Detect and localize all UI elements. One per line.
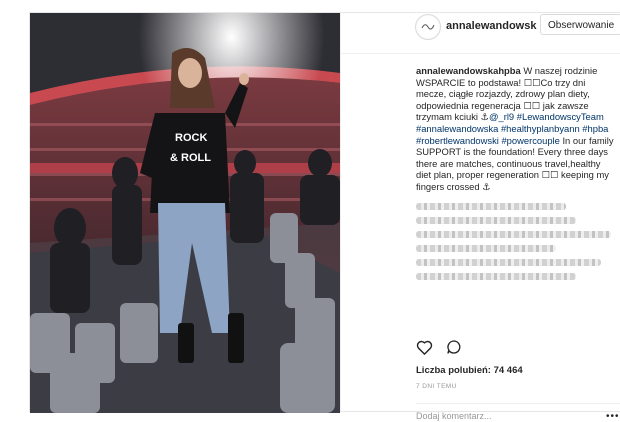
post-side-panel: annalewandowsk Obserwowanie annalewandow… xyxy=(340,13,620,422)
blurred-comment-line xyxy=(416,202,566,210)
hashtag-link[interactable]: #powercouple xyxy=(501,135,559,146)
stadium-photo: ROCK & ROLL xyxy=(30,13,340,413)
post-username[interactable]: annalewandowsk xyxy=(446,20,536,32)
instagram-post: ROCK & ROLL annalewandowsk Obserwowanie … xyxy=(29,12,620,422)
post-caption: annalewandowskahpba W naszej rodzinie WS… xyxy=(416,65,616,287)
hashtag-link[interactable]: #LewandowscyTeam xyxy=(517,111,604,122)
shirt-text-roll: & ROLL xyxy=(170,152,211,164)
blurred-comment-line xyxy=(416,230,611,238)
shirt-text-rock: ROCK xyxy=(175,132,207,144)
post-header: annalewandowsk Obserwowanie xyxy=(341,13,620,54)
post-timestamp: 7 DNI TEMU xyxy=(416,383,457,390)
likes-count[interactable]: Liczba polubień: 74 464 xyxy=(416,365,523,376)
blurred-comment-line xyxy=(416,244,556,252)
emoji-placeholder: ☐☐ xyxy=(523,99,541,111)
post-photo[interactable]: ROCK & ROLL xyxy=(30,13,340,413)
heart-icon[interactable] xyxy=(416,339,433,360)
caption-author[interactable]: annalewandowskahpba xyxy=(416,65,521,76)
emoji-placeholder: ☐☐ xyxy=(523,76,541,88)
post-actions xyxy=(416,339,462,357)
hashtag-link[interactable]: #healthyplanbyann xyxy=(501,123,580,134)
blurred-comment-line xyxy=(416,258,601,266)
comment-bar: Dodaj komentarz... ••• xyxy=(416,403,620,422)
anchor-emoji: ⚓ xyxy=(480,111,489,123)
hashtag-link[interactable]: #hpba xyxy=(582,123,608,134)
comment-input[interactable]: Dodaj komentarz... xyxy=(416,411,566,421)
avatar[interactable] xyxy=(415,14,441,40)
comment-icon[interactable] xyxy=(446,339,462,360)
blurred-comments xyxy=(416,202,616,280)
mention-link[interactable]: @_rl9 xyxy=(489,111,514,122)
hashtag-link[interactable]: #annalewandowska xyxy=(416,123,498,134)
emoji-placeholder: ☐☐ xyxy=(541,169,559,181)
blurred-comment-line xyxy=(416,216,576,224)
blurred-comment-line xyxy=(416,272,576,280)
hashtag-link[interactable]: #robertlewandowski xyxy=(416,135,499,146)
more-options-icon[interactable]: ••• xyxy=(606,411,620,422)
avatar-logo-icon xyxy=(417,16,439,38)
following-button[interactable]: Obserwowanie xyxy=(540,14,620,35)
anchor-emoji: ⚓ xyxy=(482,180,491,192)
